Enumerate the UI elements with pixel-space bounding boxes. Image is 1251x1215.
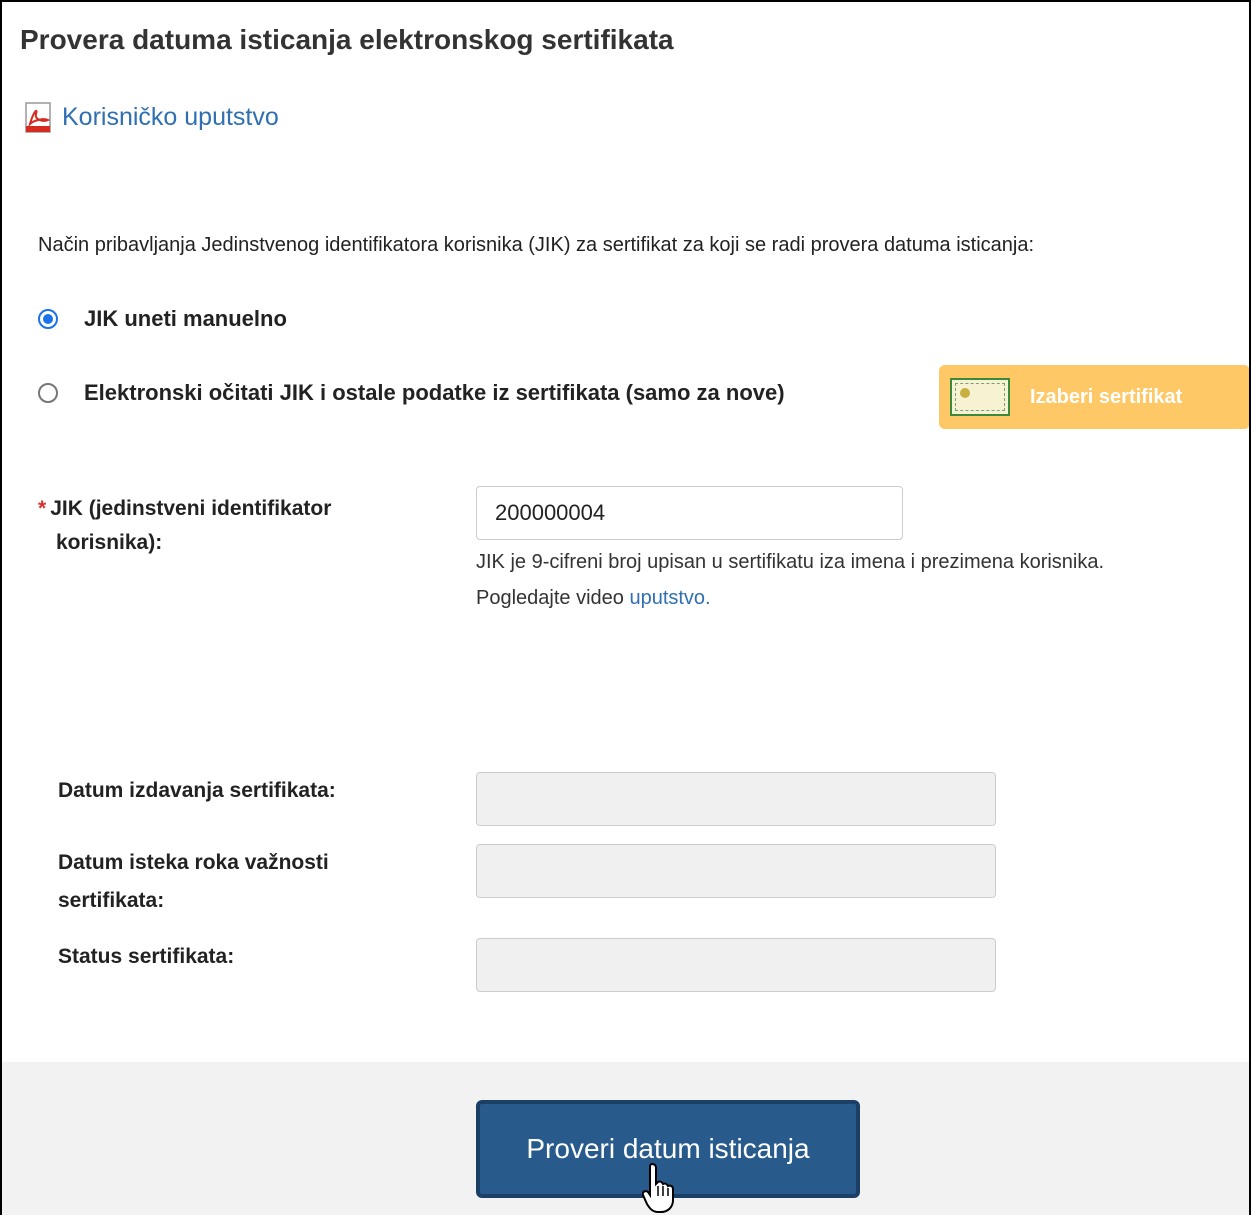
certificate-icon bbox=[950, 378, 1010, 416]
status-field[interactable] bbox=[476, 938, 996, 992]
jik-label-line2: korisnika): bbox=[56, 531, 163, 554]
required-marker: * bbox=[38, 497, 47, 520]
method-prompt: Način pribavljanja Jedinstvenog identifi… bbox=[38, 234, 1035, 256]
radio-option-manual[interactable]: JIK uneti manuelno bbox=[38, 306, 287, 332]
status-label: Status sertifikata: bbox=[58, 945, 235, 968]
pdf-icon bbox=[25, 102, 51, 133]
radio-option-electronic[interactable]: Elektronski očitati JIK i ostale podatke… bbox=[38, 380, 785, 406]
issue-date-label: Datum izdavanja sertifikata: bbox=[58, 779, 336, 802]
page-frame: Provera datuma isticanja elektronskog se… bbox=[0, 0, 1251, 1215]
radio-electronic-label: Elektronski očitati JIK i ostale podatke… bbox=[84, 380, 785, 405]
expiry-date-field[interactable] bbox=[476, 844, 996, 898]
issue-date-field[interactable] bbox=[476, 772, 996, 826]
expiry-label-line2: sertifikata: bbox=[58, 889, 165, 912]
jik-help-prefix: Pogledajte video bbox=[476, 587, 624, 609]
choose-certificate-label: Izaberi sertifikat bbox=[1030, 385, 1183, 408]
hand-cursor-icon bbox=[642, 1162, 674, 1213]
video-manual-link[interactable]: uputstvo. bbox=[629, 587, 710, 609]
page-title: Provera datuma isticanja elektronskog se… bbox=[20, 24, 674, 55]
jik-label-line1: JIK (jedinstveni identifikator bbox=[50, 497, 332, 520]
choose-certificate-button[interactable]: Izaberi sertifikat bbox=[939, 365, 1249, 429]
jik-input[interactable] bbox=[476, 486, 903, 540]
jik-help-line1: JIK je 9-cifreni broj upisan u sertifika… bbox=[476, 551, 1105, 573]
jik-label: * JIK (jedinstveni identifikator korisnik… bbox=[38, 492, 438, 560]
radio-manual[interactable] bbox=[38, 309, 58, 329]
expiry-date-label: Datum isteka roka važnosti sertifikata: bbox=[58, 844, 418, 920]
jik-help-line2: Pogledajte video uputstvo. bbox=[476, 580, 1104, 616]
user-manual-link[interactable]: Korisničko uputstvo bbox=[20, 100, 279, 134]
radio-manual-label: JIK uneti manuelno bbox=[84, 306, 287, 331]
jik-help: JIK je 9-cifreni broj upisan u sertifika… bbox=[476, 544, 1104, 616]
radio-electronic[interactable] bbox=[38, 383, 58, 403]
expiry-label-line1: Datum isteka roka važnosti bbox=[58, 851, 329, 874]
user-manual-label: Korisničko uputstvo bbox=[62, 102, 279, 131]
